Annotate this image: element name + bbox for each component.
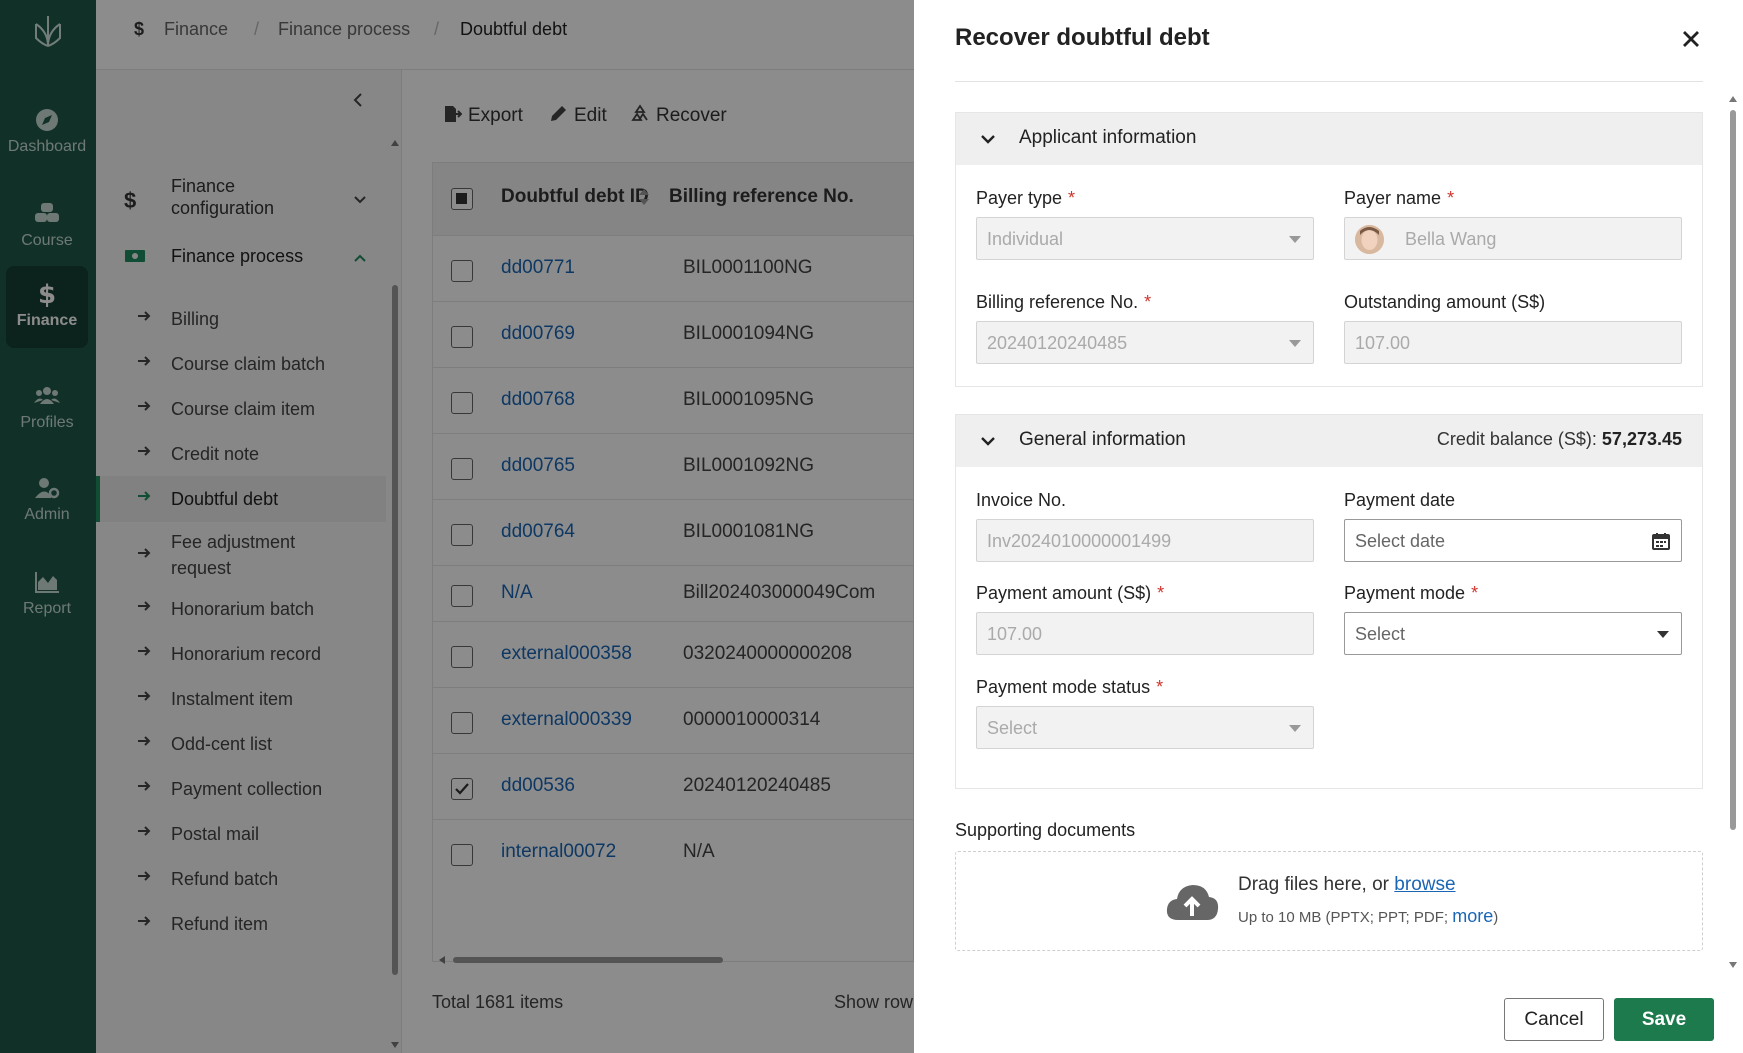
applicant-information-panel: Applicant information Payer type * Indivi… [955, 112, 1703, 387]
caret-down-icon [1657, 631, 1669, 638]
panel-header[interactable]: Applicant information [956, 113, 1702, 165]
drawer-scrollbar[interactable] [1728, 96, 1738, 972]
billing-reference-select: 20240120240485 [976, 321, 1314, 364]
outstanding-amount-field: 107.00 [1344, 321, 1682, 364]
payment-mode-select[interactable]: Select [1344, 612, 1682, 655]
field-label: Billing reference No. * [976, 292, 1152, 312]
close-icon[interactable] [1680, 28, 1702, 50]
credit-balance: Credit balance (S$): 57,273.45 [1436, 429, 1682, 449]
payment-amount-value: 107.00 [987, 624, 1043, 644]
save-button[interactable]: Save [1614, 998, 1714, 1041]
avatar [1355, 225, 1384, 254]
field-label: Payment date [1344, 490, 1456, 510]
payer-name-field: Bella Wang [1344, 217, 1682, 260]
scrollbar-thumb[interactable] [1730, 110, 1736, 830]
modal-backdrop[interactable] [96, 0, 1010, 1053]
panel-header[interactable]: General information Credit balance (S$):… [956, 415, 1702, 467]
payment-mode-status-value: Select [987, 718, 1038, 738]
browse-link[interactable]: browse [1394, 874, 1455, 895]
scroll-up-icon[interactable] [1729, 96, 1737, 102]
chevron-down-icon[interactable] [978, 129, 998, 149]
recover-doubtful-debt-drawer: Recover doubtful debt Applicant informat… [914, 0, 1743, 1053]
file-dropzone[interactable]: Drag files here, or browse Up to 10 MB (… [955, 851, 1703, 951]
calendar-icon[interactable] [1651, 531, 1671, 551]
payment-date-placeholder: Select date [1355, 531, 1446, 551]
field-label: Payer type * [976, 188, 1076, 208]
billing-reference-value: 20240120240485 [987, 333, 1128, 353]
payer-type-value: Individual [987, 229, 1064, 249]
drag-files-text: Drag files here, or browse [1238, 874, 1456, 895]
cloud-upload-icon [1166, 885, 1219, 920]
outstanding-amount-value: 107.00 [1355, 333, 1411, 353]
payment-mode-value: Select [1355, 624, 1406, 644]
panel-title: General information [1019, 429, 1186, 450]
field-label: Payment amount (S$) * [976, 583, 1165, 603]
field-label: Payment mode status * [976, 677, 1164, 697]
main-page: $ Finance / Finance process / Doubtful d… [96, 0, 1010, 1053]
caret-down-icon [1289, 340, 1301, 347]
payer-type-select: Individual [976, 217, 1314, 260]
payment-date-input[interactable]: Select date [1344, 519, 1682, 562]
payment-mode-status-select: Select [976, 706, 1314, 749]
invoice-number-field: Inv2024010000001499 [976, 519, 1314, 562]
payment-amount-field: 107.00 [976, 612, 1314, 655]
more-link[interactable]: more [1452, 906, 1493, 926]
caret-down-icon [1289, 236, 1301, 243]
field-label: Outstanding amount (S$) [1344, 292, 1546, 312]
caret-down-icon [1289, 725, 1301, 732]
file-limit-text: Up to 10 MB (PPTX; PPT; PDF; more) [1238, 906, 1499, 926]
payer-name-value: Bella Wang [1405, 229, 1497, 249]
modal-backdrop-rail[interactable] [0, 0, 96, 1053]
invoice-number-value: Inv2024010000001499 [987, 531, 1172, 551]
field-label: Invoice No. [976, 490, 1067, 510]
supporting-documents-label: Supporting documents [955, 820, 1136, 840]
field-label: Payer name * [1344, 188, 1455, 208]
chevron-down-icon[interactable] [978, 431, 998, 451]
panel-title: Applicant information [1019, 127, 1197, 148]
scroll-down-icon[interactable] [1729, 962, 1737, 968]
general-information-panel: General information Credit balance (S$):… [955, 414, 1703, 789]
field-label: Payment mode * [1344, 583, 1479, 603]
divider [955, 81, 1703, 82]
cancel-button[interactable]: Cancel [1504, 998, 1604, 1041]
drawer-title: Recover doubtful debt [955, 24, 1210, 51]
